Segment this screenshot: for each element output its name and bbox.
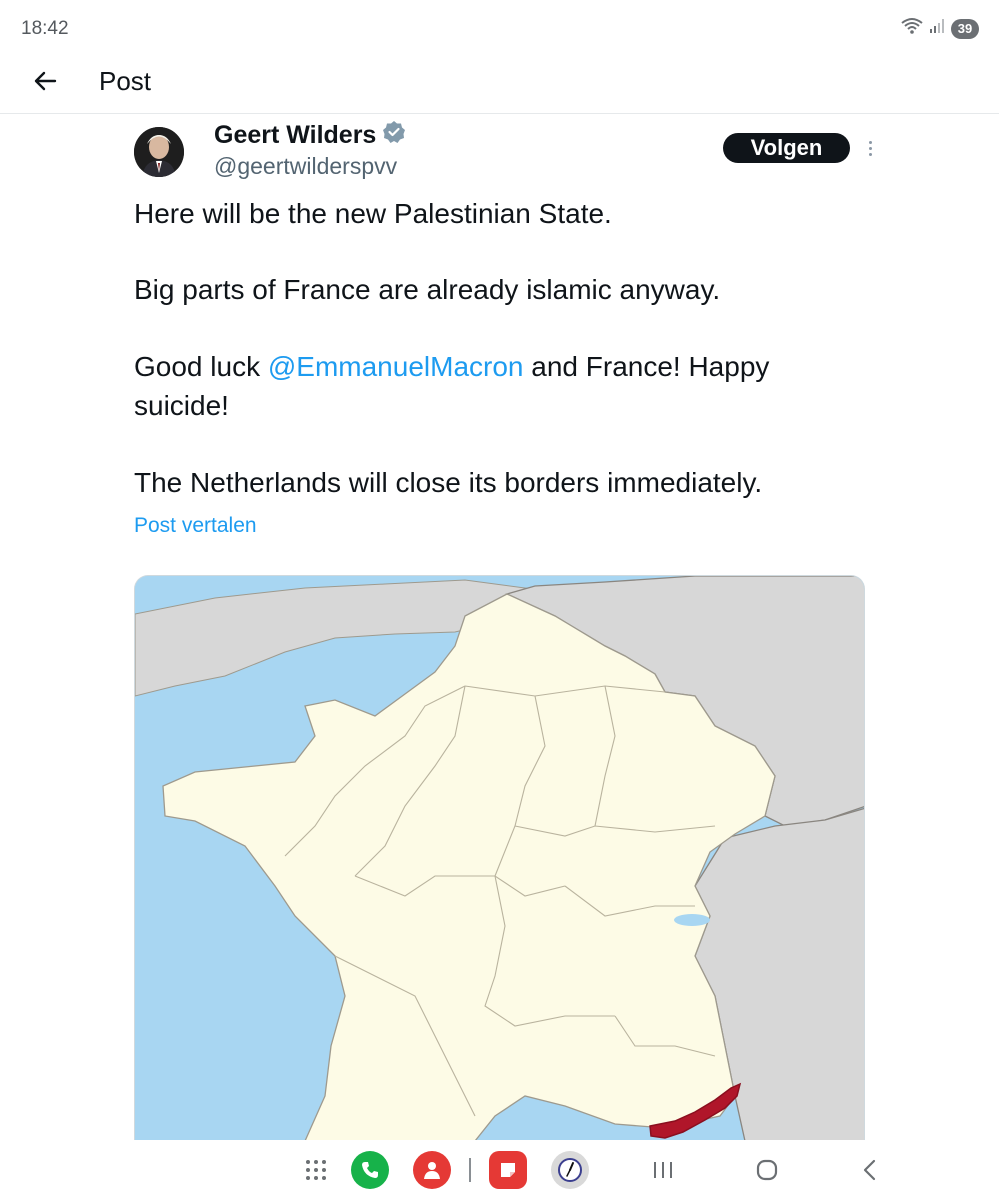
more-options-icon[interactable] [860,135,880,161]
post-text-line: Good luck @EmmanuelMacron and France! Ha… [134,348,769,386]
map-lake [674,914,710,926]
contacts-app-icon[interactable] [412,1150,452,1190]
status-bar: 18:42 39 [0,0,999,58]
wifi-icon [901,17,923,40]
post-media-map[interactable] [134,575,865,1140]
battery-icon: 39 [951,18,979,39]
author-name-text[interactable]: Geert Wilders [214,121,376,150]
apps-grid-icon[interactable] [296,1150,336,1190]
page-title: Post [99,66,152,96]
navigation-bar [0,1140,999,1200]
mention-link[interactable]: @EmmanuelMacron [268,351,524,382]
back-button[interactable] [28,66,62,100]
follow-button[interactable]: Volgen [723,133,850,163]
author-handle[interactable]: @geertwilderspvv [214,153,397,180]
home-icon[interactable] [747,1150,787,1190]
signal-icon [929,18,945,39]
verified-badge-icon [382,120,406,151]
post-text-line: The Netherlands will close its borders i… [134,467,763,498]
post-text-segment: and France! Happy [523,351,770,382]
phone-app-icon[interactable] [350,1150,390,1190]
clock-app-icon[interactable] [550,1150,590,1190]
app-header: Post [0,58,999,114]
post-text-line: Here will be the new Palestinian State. [134,198,612,229]
author-name[interactable]: Geert Wilders [214,120,406,151]
status-icons: 39 [901,17,979,40]
notes-app-icon[interactable] [488,1150,528,1190]
status-time: 18:42 [21,18,69,39]
post-text-segment: Good luck [134,351,268,382]
nav-divider [469,1158,471,1182]
back-icon[interactable] [850,1150,890,1190]
post-text-line: suicide! [134,390,229,421]
post-text-line: Big parts of France are already islamic … [134,274,721,305]
translate-post-link[interactable]: Post vertalen [134,514,257,538]
recents-icon[interactable] [643,1150,683,1190]
arrow-left-icon [33,71,57,96]
avatar[interactable] [134,127,184,177]
